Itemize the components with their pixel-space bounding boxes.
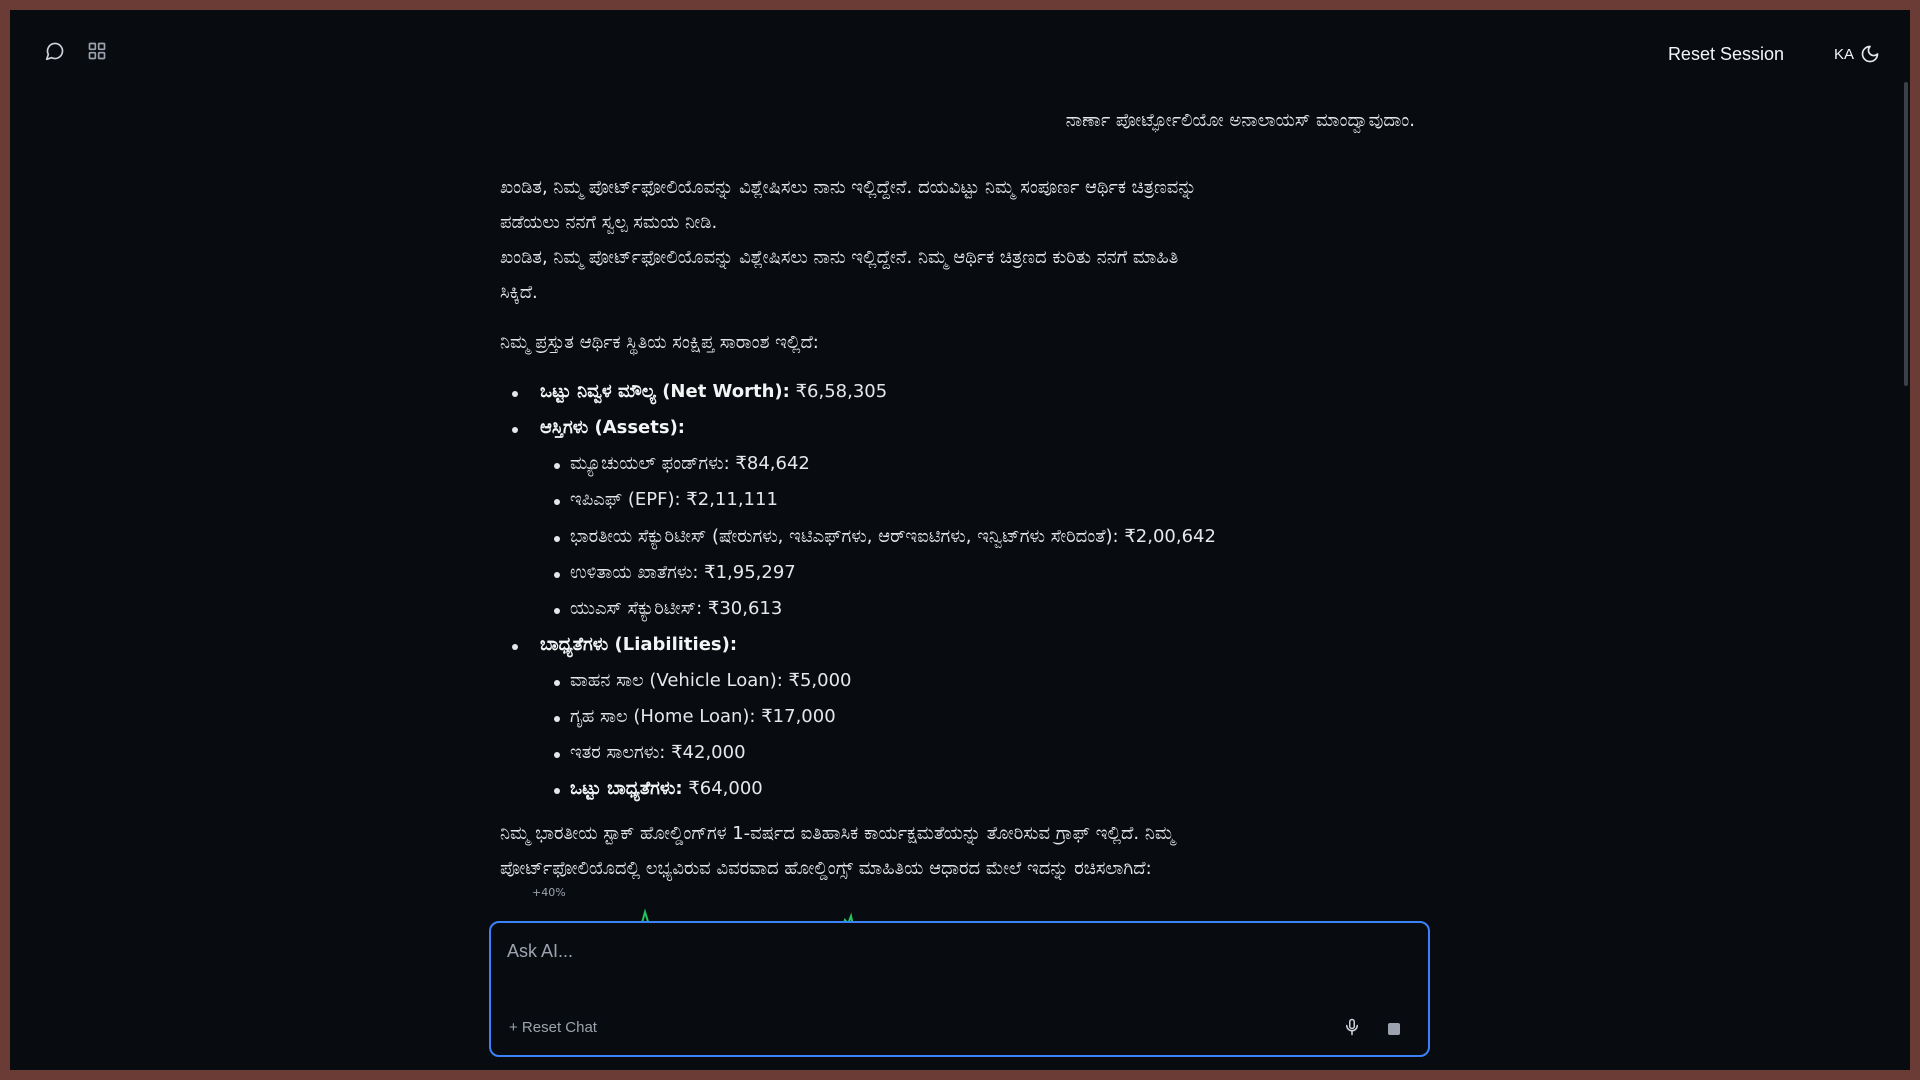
composer: + Reset Chat (489, 921, 1430, 1057)
list-item-liability: ಗೃಹ ಸಾಲ (Home Loan): ₹17,000 (554, 705, 836, 729)
list-item-liability: ವಾಹನ ಸಾಲ (Vehicle Loan): ₹5,000 (554, 669, 851, 693)
list-item-asset: ಉಳಿತಾಯ ಖಾತೆಗಳು: ₹1,95,297 (554, 561, 796, 585)
list-item-net-worth: ಒಟ್ಟು ನಿವ್ವಳ ಮೌಲ್ಯ (Net Worth): ₹6,58,30… (512, 380, 887, 404)
list-item-liability: ಇತರ ಸಾಲಗಳು: ₹42,000 (554, 741, 746, 765)
stop-icon[interactable] (1388, 1023, 1400, 1035)
chat-area: ನಾರ್ಣಾ ಪೋರ್ಟ್ಫೋಲಿಯೋ ಅನಾಲಾಯಸ್ ಮಾಂದ್ವಾವುದಾ… (10, 10, 1910, 1070)
list-item-asset: ಭಾರತೀಯ ಸೆಕ್ಯುರಿಟೀಸ್ (ಷೇರುಗಳು, ಇಟಿಎಫ್‌ಗಳು… (554, 525, 1216, 549)
list-item-assets: ಆಸ್ತಿಗಳು (Assets): (512, 416, 685, 440)
list-item-asset: ಇಪಿಎಫ್ (EPF): ₹2,11,111 (554, 488, 778, 512)
reset-chat-button[interactable]: + Reset Chat (509, 1019, 597, 1036)
assistant-paragraph-2: ಖಂಡಿತ, ನಿಮ್ಮ ಪೋರ್ಟ್‌ಫೋಲಿಯೊವನ್ನು ವಿಶ್ಲೇಷಿ… (500, 247, 1179, 303)
list-item-asset: ಯುಎಸ್ ಸೆಕ್ಯುರಿಟೀಸ್: ₹30,613 (554, 597, 782, 621)
app-window: Reset Session KA ನಾರ್ಣಾ ಪೋರ್ಟ್ಫೋಲಿಯೋ ಅನಾ… (10, 10, 1910, 1070)
assistant-paragraph-1: ಖಂಡಿತ, ನಿಮ್ಮ ಪೋರ್ಟ್‌ಫೋಲಿಯೊವನ್ನು ವಿಶ್ಲೇಷಿ… (500, 177, 1197, 233)
list-item-asset: ಮ್ಯೂಚುಯಲ್ ಫಂಡ್‌ಗಳು: ₹84,642 (554, 452, 810, 476)
ask-ai-input[interactable] (505, 937, 1409, 965)
user-message: ನಾರ್ಣಾ ಪೋರ್ಟ್ಫೋಲಿಯೋ ಅನಾಲಾಯಸ್ ಮಾಂದ್ವಾವುದಾ… (1065, 110, 1415, 131)
graph-intro: ನಿಮ್ಮ ಭಾರತೀಯ ಸ್ಟಾಕ್ ಹೋಲ್ಡಿಂಗ್‌ಗಳ 1-ವರ್ಷದ… (500, 823, 1175, 879)
list-item-liabilities: ಬಾಧ್ಯತೆಗಳು (Liabilities): (512, 633, 737, 657)
summary-intro: ನಿಮ್ಮ ಪ್ರಸ್ತುತ ಆರ್ಥಿಕ ಸ್ಥಿತಿಯ ಸಂಕ್ಷಿಪ್ತ … (500, 332, 819, 353)
microphone-icon[interactable] (1343, 1017, 1361, 1041)
list-item-total-liabilities: ಒಟ್ಟು ಬಾಧ್ಯತೆಗಳು: ₹64,000 (554, 777, 763, 801)
